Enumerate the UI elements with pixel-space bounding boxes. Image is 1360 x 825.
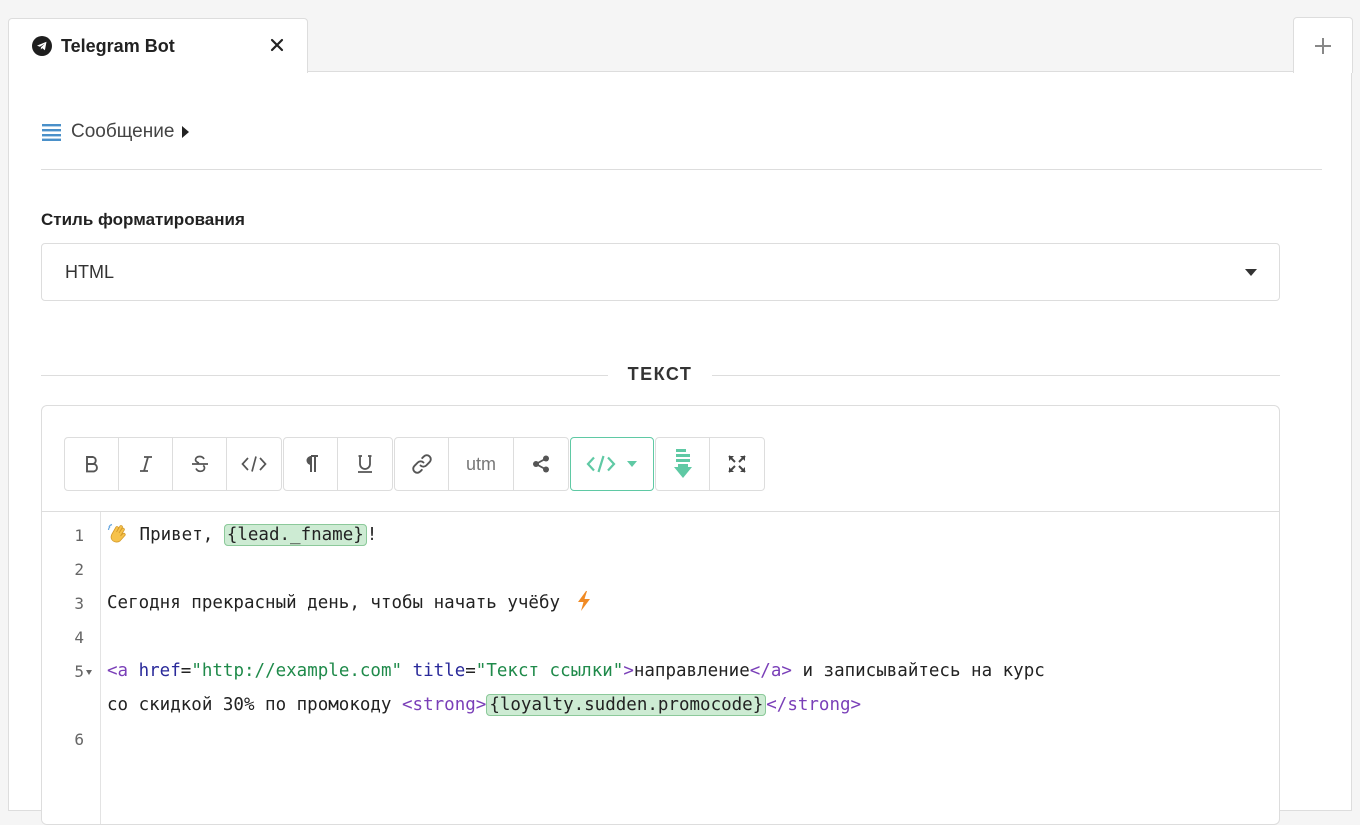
code-line-1: Привет, {lead._fname}! xyxy=(107,518,377,552)
download-arrow-icon xyxy=(673,449,692,478)
link-text: направление xyxy=(633,661,750,681)
tag-close-bracket: > xyxy=(623,661,634,681)
text-section-title: ТЕКСТ xyxy=(627,364,693,384)
tab-bar: Telegram Bot xyxy=(0,0,1360,73)
content-panel: Сообщение Стиль форматирования HTML ТЕКС… xyxy=(8,71,1352,825)
strong-open-tag: <strong> xyxy=(402,695,487,715)
telegram-icon xyxy=(32,36,52,56)
formatting-style-value: HTML xyxy=(65,261,114,282)
title-value: "Текст ссылки" xyxy=(475,661,624,681)
line-number: 3 xyxy=(74,594,84,613)
line-number: 1 xyxy=(74,526,84,545)
toolbar-group-links: utm xyxy=(394,437,569,491)
strong-close-tag: </strong> xyxy=(766,695,862,715)
strikethrough-icon xyxy=(191,455,208,473)
variable-chip[interactable]: {loyalty.sudden.promocode} xyxy=(486,694,767,716)
list-icon xyxy=(42,124,61,141)
tag-open: <a xyxy=(107,661,139,681)
bold-button[interactable] xyxy=(65,438,119,490)
link-button[interactable] xyxy=(395,438,449,490)
chevron-down-icon xyxy=(627,461,637,467)
divider xyxy=(41,375,608,376)
line-number: 6 xyxy=(74,730,84,749)
code-icon xyxy=(241,456,267,472)
strikethrough-button[interactable] xyxy=(173,438,227,490)
message-label: Сообщение xyxy=(71,121,175,142)
line5b-text: со скидкой 30% по промокоду xyxy=(107,695,403,715)
utm-label: utm xyxy=(465,453,496,474)
italic-icon xyxy=(139,456,152,472)
inline-code-button[interactable] xyxy=(227,438,281,490)
text-section-header: ТЕКСТ xyxy=(41,362,1280,390)
exclamation-text: ! xyxy=(366,525,378,545)
toolbar-group-paragraph xyxy=(283,437,393,491)
line-number-gutter: 1 2 3 4 5 6 xyxy=(42,512,101,824)
waving-hand-icon xyxy=(107,523,126,543)
paragraph-button[interactable] xyxy=(284,438,338,490)
code-line-3: Сегодня прекрасный день, чтобы начать уч… xyxy=(107,586,593,620)
editor-toolbar: utm xyxy=(64,437,766,491)
line3-text: Сегодня прекрасный день, чтобы начать уч… xyxy=(107,593,571,613)
divider xyxy=(712,375,1280,376)
html-mode-dropdown[interactable] xyxy=(571,438,653,490)
toolbar-group-format xyxy=(64,437,282,491)
code-line-5-wrap: со скидкой 30% по промокоду <strong> {loy… xyxy=(107,688,861,722)
share-icon xyxy=(533,455,549,473)
divider xyxy=(41,169,1322,170)
link-icon xyxy=(411,454,432,474)
insert-button[interactable] xyxy=(656,438,710,490)
href-value: "http://example.com" xyxy=(191,661,403,681)
greeting-text: Привет, xyxy=(129,525,224,545)
italic-button[interactable] xyxy=(119,438,173,490)
add-tab-button[interactable] xyxy=(1293,17,1353,73)
code-editor[interactable]: 1 2 3 4 5 6 Привет, {lead._fname}! Сегод… xyxy=(42,511,1279,824)
paragraph-icon xyxy=(306,455,318,472)
underline-icon xyxy=(358,455,372,473)
utm-button[interactable]: utm xyxy=(449,438,514,490)
line-number: 5 xyxy=(74,662,84,681)
plus-icon xyxy=(1315,37,1331,54)
chevron-down-icon xyxy=(1245,269,1257,276)
share-button[interactable] xyxy=(514,438,568,490)
formatting-style-label: Стиль форматирования xyxy=(41,210,245,229)
toolbar-group-html xyxy=(570,437,654,491)
tab-title: Telegram Bot xyxy=(61,35,175,56)
line-number: 4 xyxy=(74,628,84,647)
close-icon[interactable] xyxy=(267,35,287,55)
attr-title: title xyxy=(402,661,466,681)
message-section-toggle[interactable]: Сообщение xyxy=(42,120,190,144)
attr-href: href xyxy=(138,661,181,681)
code-icon xyxy=(586,455,616,473)
tag-end: </a> xyxy=(749,661,792,681)
fold-arrow-icon[interactable] xyxy=(86,670,92,675)
bold-icon xyxy=(85,456,98,473)
tab-telegram-bot[interactable]: Telegram Bot xyxy=(8,18,308,73)
formatting-style-select[interactable]: HTML xyxy=(41,243,1280,301)
code-line-5: <a href="http://example.com" title="Текс… xyxy=(107,654,1045,688)
lightning-icon xyxy=(577,591,590,611)
caret-right-icon xyxy=(182,126,190,138)
line5-rest: и записывайтесь на курс xyxy=(791,661,1045,681)
equals: = xyxy=(180,661,192,681)
fullscreen-button[interactable] xyxy=(710,438,764,490)
toolbar-group-view xyxy=(655,437,765,491)
equals: = xyxy=(465,661,476,681)
underline-button[interactable] xyxy=(338,438,392,490)
expand-icon xyxy=(728,455,746,473)
line-number: 2 xyxy=(74,560,84,579)
variable-chip[interactable]: {lead._fname} xyxy=(223,524,367,546)
text-editor: utm 1 2 3 4 5 6 Привет, {lead._fname} ! … xyxy=(41,405,1280,825)
